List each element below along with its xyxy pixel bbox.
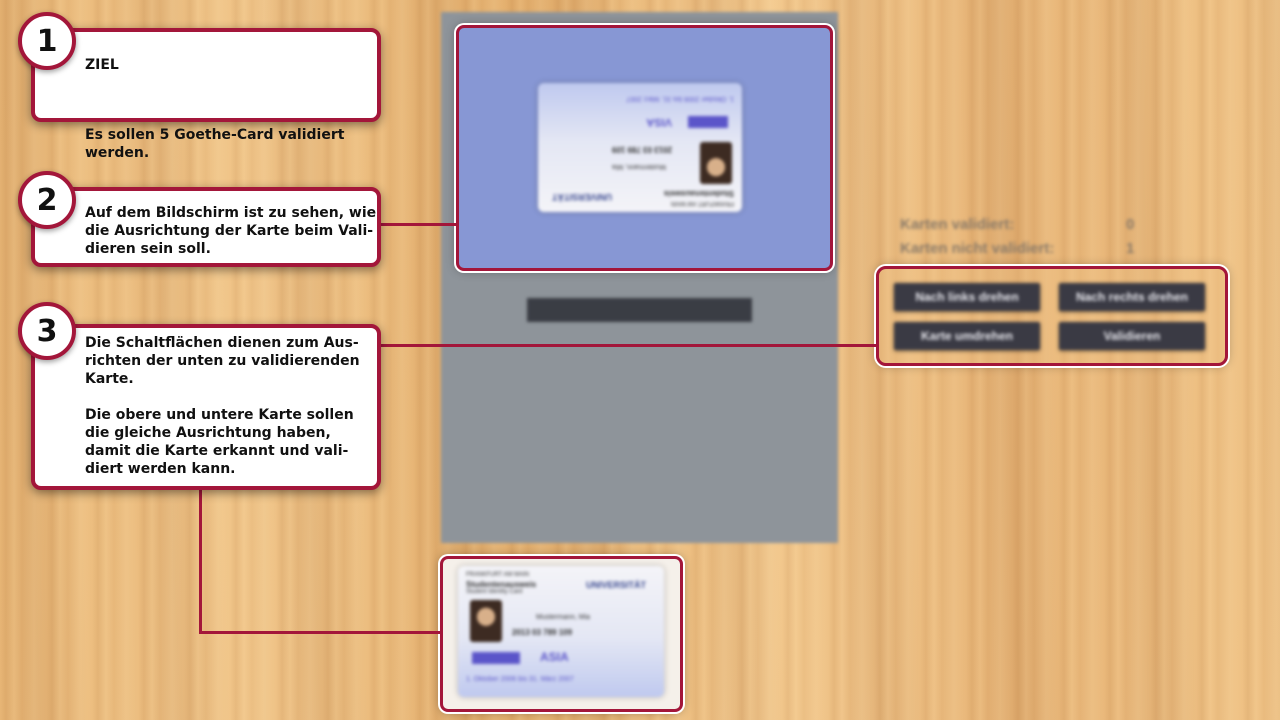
card-university: UNIVERSITÄT <box>586 580 647 590</box>
card-number: 2013 03 789 109 <box>512 628 573 637</box>
validated-label: Karten validiert: <box>900 216 1015 233</box>
reference-card: FRANKFURT AM MAIN Studentenausweis Muste… <box>538 83 742 212</box>
validate-button[interactable]: Validieren <box>1059 322 1205 350</box>
connector-line-3-right <box>378 344 878 347</box>
card-to-validate[interactable]: FRANKFURT AM MAIN Studentenausweis Stude… <box>458 566 664 697</box>
flip-card-button[interactable]: Karte umdrehen <box>894 322 1040 350</box>
buttons-explanation-text: Die Schaltflächen dienen zum Aus- richte… <box>85 335 360 477</box>
tutorial-callout-screen: Auf dem Bildschirm ist zu sehen, wie die… <box>31 187 381 267</box>
card-validity: 1. Oktober 2006 bis 31. März 2007 <box>626 95 734 102</box>
card-number: 2013 03 789 109 <box>611 145 672 154</box>
connector-line-3-card <box>199 631 442 634</box>
tutorial-callout-buttons: Die Schaltflächen dienen zum Aus- richte… <box>31 324 381 490</box>
goal-title: ZIEL <box>85 57 119 73</box>
card-photo <box>470 600 502 642</box>
control-panel <box>876 266 1228 366</box>
card-logo-bar <box>472 652 520 664</box>
card-title: Studentenausweis <box>466 580 537 589</box>
connector-line-2 <box>378 223 458 226</box>
not-validated-count: 1 <box>1126 240 1135 257</box>
card-validity: 1. Oktober 2006 bis 31. März 2007 <box>466 676 574 683</box>
not-validated-label: Karten nicht validiert: <box>900 240 1055 257</box>
step-number-1: 1 <box>18 12 76 70</box>
card-slot <box>527 298 752 322</box>
card-subtitle: Student Identity Card <box>466 589 523 595</box>
connector-line-3-down <box>199 486 202 634</box>
step-number-2: 2 <box>18 171 76 229</box>
card-photo <box>700 142 732 184</box>
goal-text: Es sollen 5 Goethe-Card validiert werden… <box>85 127 345 161</box>
rotate-left-button[interactable]: Nach links drehen <box>894 283 1040 311</box>
card-name: Mustermann, Mia <box>536 614 591 621</box>
step-number-3: 3 <box>18 302 76 360</box>
card-name: Mustermann, Mia <box>611 163 666 170</box>
card-university-label: FRANKFURT AM MAIN <box>670 200 734 206</box>
screen-explanation-text: Auf dem Bildschirm ist zu sehen, wie die… <box>85 205 377 257</box>
validated-count: 0 <box>1126 216 1135 233</box>
card-university-label: FRANKFURT AM MAIN <box>466 572 530 578</box>
tutorial-callout-goal: ZIEL Es sollen 5 Goethe-Card validiert w… <box>31 28 381 161</box>
rotate-right-button[interactable]: Nach rechts drehen <box>1059 283 1205 311</box>
card-university: UNIVERSITÄT <box>551 192 612 202</box>
card-logo-bar <box>688 116 728 128</box>
card-title: Studentenausweis <box>663 189 734 198</box>
card-asia: ASIA <box>540 650 569 664</box>
card-visa: VISA <box>646 116 672 128</box>
